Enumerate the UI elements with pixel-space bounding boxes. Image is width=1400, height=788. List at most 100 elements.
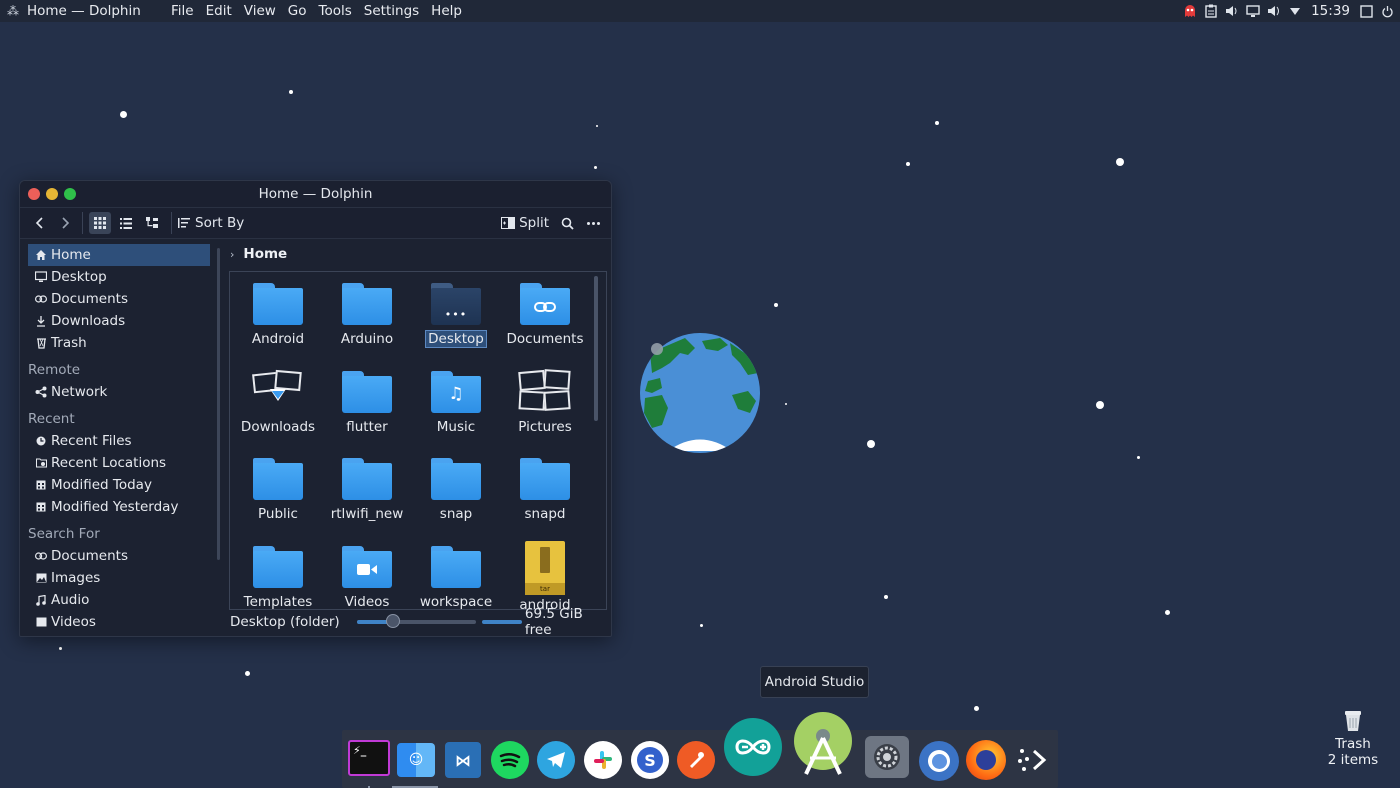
- close-button[interactable]: [28, 188, 40, 200]
- sidebar-item-documents[interactable]: Documents: [28, 288, 210, 310]
- menu-help[interactable]: Help: [425, 3, 468, 19]
- file-item[interactable]: Arduino: [323, 278, 411, 366]
- sidebar-item-search-audio[interactable]: Audio: [28, 589, 210, 611]
- app-menu-icon[interactable]: ⁂: [5, 3, 21, 19]
- file-item[interactable]: Pictures: [501, 366, 589, 454]
- split-view-icon: [501, 217, 516, 229]
- breadcrumb[interactable]: › Home: [230, 242, 287, 266]
- firefox-icon[interactable]: [966, 740, 1006, 780]
- folder-icon: [342, 283, 392, 325]
- menu-settings[interactable]: Settings: [358, 3, 425, 19]
- sidebar-item-search-images[interactable]: Images: [28, 567, 210, 589]
- sidebar-item-modified-yesterday[interactable]: Modified Yesterday: [28, 496, 210, 518]
- file-item-selected[interactable]: ••• Desktop: [412, 278, 500, 366]
- chromium-icon[interactable]: [919, 741, 959, 781]
- ghost-icon[interactable]: [1183, 4, 1197, 18]
- launchpad-icon[interactable]: [1014, 742, 1050, 778]
- visual-studio-code-icon[interactable]: ⋈: [445, 742, 481, 778]
- file-item[interactable]: Downloads: [234, 366, 322, 454]
- minimize-button[interactable]: [46, 188, 58, 200]
- file-item[interactable]: Videos: [323, 541, 411, 609]
- file-item[interactable]: workspace: [412, 541, 500, 609]
- documents-icon: [34, 295, 48, 303]
- network-wifi-icon[interactable]: [1288, 4, 1302, 18]
- volume-icon[interactable]: [1225, 4, 1239, 18]
- dock: ⚡_ ☺ ⋈ S: [342, 712, 1058, 788]
- file-label: Music: [436, 418, 476, 435]
- postman-icon[interactable]: [677, 741, 715, 779]
- sidebar-scrollbar[interactable]: [217, 248, 220, 560]
- sidebar-item-recent-files[interactable]: Recent Files: [28, 430, 210, 452]
- sidebar-item-network[interactable]: Network: [28, 381, 210, 403]
- sidebar-item-downloads[interactable]: Downloads: [28, 310, 210, 332]
- sidebar-item-label: Recent Files: [51, 433, 132, 449]
- arduino-icon[interactable]: [724, 718, 782, 776]
- star: [1096, 401, 1104, 409]
- file-item[interactable]: Android: [234, 278, 322, 366]
- spotify-icon[interactable]: [491, 741, 529, 779]
- breadcrumb-home[interactable]: Home: [243, 246, 287, 262]
- file-label: Pictures: [518, 418, 572, 435]
- chevron-right-icon: ›: [230, 247, 235, 261]
- display-icon[interactable]: [1246, 4, 1260, 18]
- finder-icon[interactable]: ☺: [397, 743, 435, 777]
- power-icon[interactable]: [1380, 4, 1394, 18]
- sidebar-item-search-documents[interactable]: Documents: [28, 545, 210, 567]
- trash-icon: [34, 337, 48, 349]
- clock[interactable]: 15:39: [1311, 3, 1350, 19]
- global-menu: File Edit View Go Tools Settings Help: [165, 3, 468, 19]
- star: [1137, 456, 1140, 459]
- menu-file[interactable]: File: [165, 3, 200, 19]
- file-item[interactable]: tar android: [501, 540, 589, 609]
- zoom-slider[interactable]: [357, 614, 477, 628]
- compact-view-button[interactable]: [115, 212, 137, 234]
- pictures-folder-icon: [518, 368, 572, 413]
- file-label: Downloads: [240, 418, 316, 435]
- file-item[interactable]: Documents: [501, 278, 589, 366]
- simplenote-icon[interactable]: S: [631, 741, 669, 779]
- details-view-button[interactable]: [141, 212, 163, 234]
- back-button[interactable]: [30, 212, 50, 234]
- file-item[interactable]: snap: [412, 453, 500, 541]
- file-item[interactable]: ♫ Music: [412, 366, 500, 454]
- zoom-slider-handle[interactable]: [385, 614, 400, 628]
- slack-icon[interactable]: [584, 741, 622, 779]
- file-item[interactable]: rtlwifi_new: [323, 453, 411, 541]
- forward-button[interactable]: [54, 212, 76, 234]
- file-item[interactable]: flutter: [323, 366, 411, 454]
- star: [974, 706, 979, 711]
- menu-go[interactable]: Go: [282, 3, 313, 19]
- earth-widget: [640, 333, 760, 453]
- split-button[interactable]: Split: [501, 212, 549, 234]
- sidebar-item-search-videos[interactable]: Videos: [28, 611, 210, 633]
- sidebar-item-trash[interactable]: Trash: [28, 332, 210, 354]
- menu-view[interactable]: View: [238, 3, 282, 19]
- telegram-icon[interactable]: [537, 741, 575, 779]
- sidebar-item-home[interactable]: Home: [28, 244, 210, 266]
- desktop-trash[interactable]: Trash 2 items: [1325, 710, 1381, 768]
- sidebar-item-modified-today[interactable]: Modified Today: [28, 474, 210, 496]
- menu-tools[interactable]: Tools: [313, 3, 358, 19]
- terminal-icon[interactable]: ⚡_: [348, 740, 390, 776]
- file-view-scrollbar[interactable]: [594, 276, 598, 421]
- clipboard-icon[interactable]: [1204, 4, 1218, 18]
- sidebar-item-recent-locations[interactable]: Recent Locations: [28, 452, 210, 474]
- android-studio-icon[interactable]: [794, 712, 852, 775]
- maximize-button[interactable]: [64, 188, 76, 200]
- sidebar-item-desktop[interactable]: Desktop: [28, 266, 210, 288]
- settings-gear-icon[interactable]: [865, 736, 909, 778]
- search-button[interactable]: [559, 212, 575, 234]
- speaker-icon[interactable]: [1267, 4, 1281, 18]
- menu-edit[interactable]: Edit: [200, 3, 238, 19]
- show-desktop-icon[interactable]: [1359, 4, 1373, 18]
- file-item[interactable]: snapd: [501, 453, 589, 541]
- icons-view-button[interactable]: [89, 212, 111, 234]
- file-item[interactable]: Templates: [234, 541, 322, 609]
- sidebar-heading-recent: Recent: [28, 411, 75, 427]
- file-item[interactable]: Public: [234, 453, 322, 541]
- sidebar-item-label: Modified Today: [51, 477, 152, 493]
- window-titlebar[interactable]: Home — Dolphin: [20, 181, 611, 208]
- more-options-button[interactable]: [585, 212, 601, 234]
- sort-by-button[interactable]: Sort By: [178, 212, 244, 234]
- folder-icon: [431, 458, 481, 500]
